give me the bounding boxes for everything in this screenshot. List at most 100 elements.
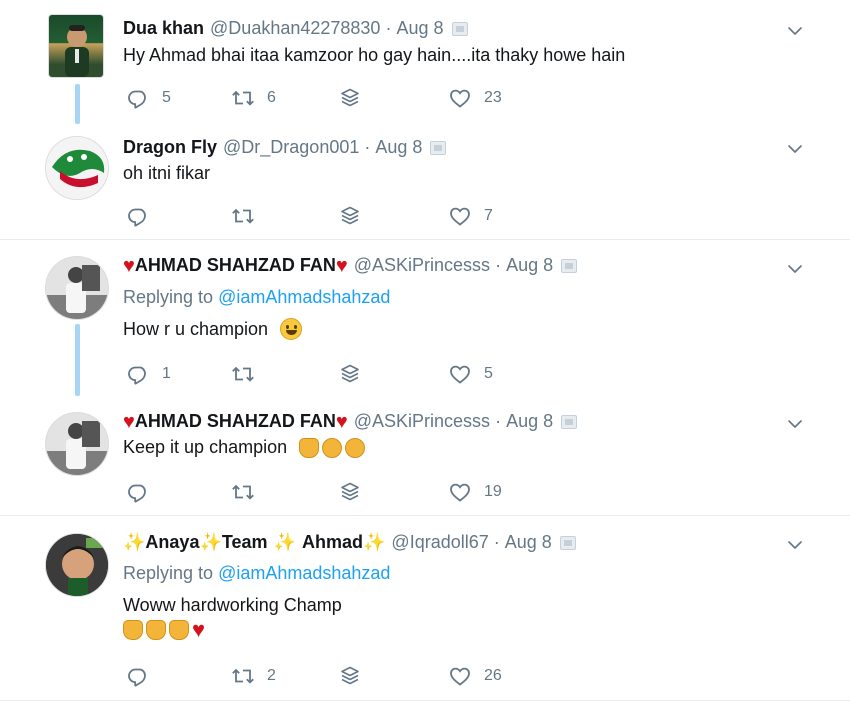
user-handle[interactable]: @Duakhan42278830 xyxy=(210,18,380,39)
display-name[interactable]: Dua khan xyxy=(123,18,204,39)
user-handle[interactable]: @ASKiPrincesss xyxy=(354,255,490,276)
tweet-5[interactable]: ✨ Anaya ✨ Team ✨ Ahmad ✨ @Iqradoll67 · A… xyxy=(0,516,850,700)
like-count: 19 xyxy=(484,483,502,500)
reply-button[interactable] xyxy=(126,480,162,504)
like-count: 26 xyxy=(484,667,502,684)
avatar[interactable] xyxy=(45,256,109,320)
heart-icon xyxy=(448,362,472,386)
chevron-down-icon[interactable] xyxy=(786,536,804,554)
tweet-date[interactable]: Aug 8 xyxy=(396,18,443,39)
avatar[interactable] xyxy=(48,14,104,78)
avatar[interactable] xyxy=(45,533,109,597)
reply-icon xyxy=(126,86,150,110)
dm-button[interactable] xyxy=(338,86,362,110)
tweet-header: Dragon Fly @Dr_Dragon001 · Aug 8 xyxy=(123,137,447,158)
ok-hand-emoji xyxy=(322,437,343,458)
like-button[interactable]: 23 xyxy=(448,86,502,110)
device-icon xyxy=(451,21,468,36)
heart-icon xyxy=(448,664,472,688)
retweet-button[interactable] xyxy=(231,204,267,228)
replying-to-link[interactable]: @iamAhmadshahzad xyxy=(218,287,390,307)
flexed-biceps-emoji xyxy=(123,620,143,640)
retweet-icon xyxy=(231,664,255,688)
retweet-button[interactable]: 6 xyxy=(231,86,276,110)
dm-button[interactable] xyxy=(338,664,362,688)
heart-icon xyxy=(448,480,472,504)
direct-message-icon xyxy=(338,480,362,504)
tweet-actions: 1 5 xyxy=(123,362,623,386)
replying-to: Replying to @iamAhmadshahzad xyxy=(123,563,390,584)
device-icon xyxy=(430,140,447,155)
separator: · xyxy=(495,411,502,431)
ok-hand-emoji xyxy=(345,437,366,458)
tweet-4[interactable]: ♥ AHMAD SHAHZAD FAN ♥ @ASKiPrincesss · A… xyxy=(0,395,850,515)
chevron-down-icon[interactable] xyxy=(786,415,804,433)
user-handle[interactable]: @Dr_Dragon001 xyxy=(223,137,359,158)
tweet-1[interactable]: Dua khan @Duakhan42278830 · Aug 8 Hy Ahm… xyxy=(0,0,850,124)
device-icon xyxy=(561,414,578,429)
separator: · xyxy=(364,137,371,157)
tweet-2[interactable]: Dragon Fly @Dr_Dragon001 · Aug 8 oh itni… xyxy=(0,120,850,240)
sparkles-emoji: ✨ xyxy=(363,532,386,552)
tweet-actions: 19 xyxy=(123,480,623,504)
chevron-down-icon[interactable] xyxy=(786,140,804,158)
reply-button[interactable] xyxy=(126,204,162,228)
sparkles-emoji: ✨ xyxy=(123,532,146,552)
replying-to-link[interactable]: @iamAhmadshahzad xyxy=(218,563,390,583)
display-name[interactable]: AHMAD SHAHZAD FAN xyxy=(135,255,336,276)
direct-message-icon xyxy=(338,664,362,688)
tweet-date[interactable]: Aug 8 xyxy=(506,411,553,432)
like-button[interactable]: 26 xyxy=(448,664,502,688)
display-name[interactable]: AHMAD SHAHZAD FAN xyxy=(135,411,336,432)
tweet-actions: 2 26 xyxy=(123,664,623,688)
tweet-text: Woww hardworking Champ xyxy=(123,595,342,615)
direct-message-icon xyxy=(338,86,362,110)
thread-connector xyxy=(75,324,80,396)
red-heart-emoji: ♥ xyxy=(192,617,206,642)
avatar[interactable] xyxy=(45,412,109,476)
retweet-count: 2 xyxy=(267,667,276,684)
tweet-date[interactable]: Aug 8 xyxy=(375,137,422,158)
retweet-icon xyxy=(231,86,255,110)
reply-button[interactable] xyxy=(126,664,162,688)
separator: · xyxy=(493,532,500,552)
user-handle[interactable]: @ASKiPrincesss xyxy=(354,411,490,432)
retweet-button[interactable] xyxy=(231,480,267,504)
display-name-part[interactable]: Ahmad xyxy=(302,532,363,553)
chevron-down-icon[interactable] xyxy=(786,22,804,40)
emoji-row: ♥ xyxy=(123,619,205,641)
chevron-down-icon[interactable] xyxy=(786,260,804,278)
heart-icon xyxy=(448,204,472,228)
like-button[interactable]: 7 xyxy=(448,204,493,228)
tweet-text: How r u champion xyxy=(123,318,303,340)
tweet-actions: 5 6 23 xyxy=(123,86,623,110)
heart-icon xyxy=(448,86,472,110)
user-handle[interactable]: @Iqradoll67 xyxy=(391,532,488,553)
replying-to: Replying to @iamAhmadshahzad xyxy=(123,287,390,308)
retweet-button[interactable]: 2 xyxy=(231,664,276,688)
flexed-biceps-emoji xyxy=(169,620,189,640)
avatar[interactable] xyxy=(45,136,109,200)
thumbs-up-emoji xyxy=(299,437,320,458)
dm-button[interactable] xyxy=(338,480,362,504)
dm-button[interactable] xyxy=(338,362,362,386)
tweet-date[interactable]: Aug 8 xyxy=(505,532,552,553)
like-count: 5 xyxy=(484,365,493,382)
tweet-header: ♥ AHMAD SHAHZAD FAN ♥ @ASKiPrincesss · A… xyxy=(123,255,578,276)
tweet-date[interactable]: Aug 8 xyxy=(506,255,553,276)
like-button[interactable]: 5 xyxy=(448,362,493,386)
dm-button[interactable] xyxy=(338,204,362,228)
tweet-text: Keep it up champion xyxy=(123,437,368,458)
direct-message-icon xyxy=(338,204,362,228)
tweet-3[interactable]: ♥ AHMAD SHAHZAD FAN ♥ @ASKiPrincesss · A… xyxy=(0,240,850,396)
display-name-part[interactable]: Team xyxy=(222,532,268,553)
reply-button[interactable]: 1 xyxy=(126,362,171,386)
retweet-icon xyxy=(231,204,255,228)
reply-button[interactable]: 5 xyxy=(126,86,171,110)
like-count: 23 xyxy=(484,89,502,106)
divider xyxy=(0,700,850,701)
like-button[interactable]: 19 xyxy=(448,480,502,504)
display-name-part[interactable]: Anaya xyxy=(145,532,199,553)
retweet-button[interactable] xyxy=(231,362,267,386)
display-name[interactable]: Dragon Fly xyxy=(123,137,217,158)
